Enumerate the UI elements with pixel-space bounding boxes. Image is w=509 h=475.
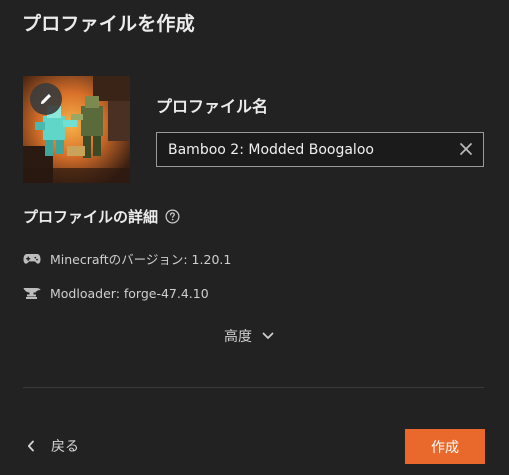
create-profile-dialog: プロファイルを作成 プロファイル名 Bamboo 2: Modded Booga… [0,0,509,475]
modloader-row: Modloader: forge-47.4.10 [23,286,209,301]
profile-name-label: プロファイル名 [156,97,269,116]
profile-details-heading: プロファイルの詳細 [23,206,180,227]
chevron-down-icon [262,332,274,339]
footer-divider [23,387,484,388]
close-icon[interactable] [458,141,474,157]
gamepad-icon [23,252,41,266]
advanced-toggle[interactable]: 高度 [224,326,274,346]
profile-name-input[interactable] [157,133,447,166]
modloader-text: Modloader: forge-47.4.10 [50,286,209,301]
chevron-left-icon [27,440,34,452]
profile-name-field [156,132,484,167]
back-label: 戻る [51,439,79,455]
create-button[interactable]: 作成 [405,429,485,464]
profile-details-title: プロファイルの詳細 [23,208,159,226]
profile-thumbnail[interactable] [23,76,130,183]
back-button[interactable]: 戻る [27,436,79,456]
anvil-icon [23,287,41,301]
edit-image-button[interactable] [30,83,62,115]
pencil-icon [41,94,51,104]
dialog-title: プロファイルを作成 [22,13,195,35]
minecraft-version-row: Minecraftのバージョン: 1.20.1 [23,249,231,268]
minecraft-version-text: Minecraftのバージョン: 1.20.1 [50,252,232,267]
advanced-label: 高度 [224,329,252,345]
help-circle-icon[interactable] [165,209,180,224]
